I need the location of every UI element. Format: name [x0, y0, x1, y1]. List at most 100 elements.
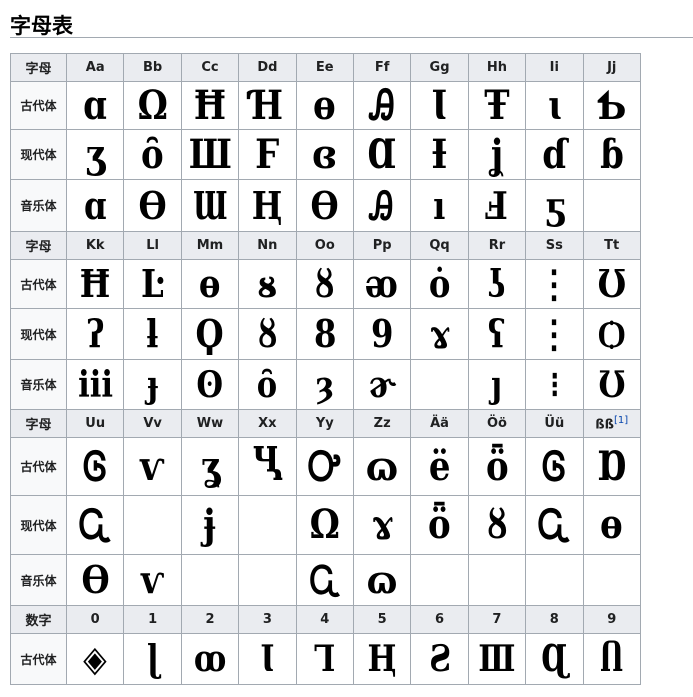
column-header-text: Jj: [607, 60, 617, 75]
row-label: 现代体: [10, 495, 67, 555]
glyph-cell: Ꭿ: [352, 179, 412, 232]
column-header: Ff: [352, 53, 412, 82]
glyph-row: 古代体 ◈ ɭ ꝏ Ɩ Ꞁ Ⱨ Ƨ Ⅲ Ɋ Ⴖ: [10, 633, 641, 685]
glyph-image: ȣ: [257, 311, 278, 356]
glyph-cell: ɤ: [352, 495, 412, 555]
glyph-row: 古代体 Ħ Ŀɵ ᴕ ȣ ᴔ ȯ ʖ ⋮ Ʊ: [10, 259, 641, 309]
column-header: Jj: [582, 53, 641, 82]
column-header-text: Ww: [196, 416, 224, 431]
row-label: 古代体: [10, 259, 67, 309]
glyph-cell: ᴕ: [238, 259, 297, 309]
glyph-image: Ѳ: [138, 182, 167, 228]
column-header: Rr: [467, 231, 527, 260]
glyph-image: ⁝: [549, 363, 560, 406]
column-header-text: Kk: [85, 238, 105, 253]
glyph-cell: ƽ: [525, 179, 584, 232]
column-header: 1: [123, 605, 182, 634]
column-header: Oo: [295, 231, 354, 260]
column-header-text: Ss: [545, 238, 563, 253]
glyph-image: ɵ: [199, 261, 221, 306]
glyph-cell: ɵ: [180, 259, 240, 309]
glyph-cell: Ⅲ: [467, 633, 527, 685]
glyph-cell: ɉ: [180, 495, 240, 555]
glyph-cell: ɟ: [123, 359, 182, 410]
glyph-image: Ω: [137, 81, 168, 129]
glyph-cell: Ŀ: [123, 259, 182, 309]
glyph-image: ʘ: [196, 363, 224, 406]
footnote-link[interactable]: [1]: [614, 415, 628, 426]
column-header: 5: [352, 605, 412, 634]
header-row: 数字 0 1 2 3 4 5 6 7 8 9: [10, 605, 641, 634]
glyph-cell: ʔ: [65, 308, 125, 360]
glyph-image: ◈: [83, 638, 107, 680]
glyph-cell: ɗ: [525, 129, 584, 180]
glyph-cell: Ɑ: [352, 129, 412, 180]
glyph-cell: ɑ: [65, 81, 125, 130]
column-header: Qq: [410, 231, 469, 260]
glyph-cell: ȯ: [410, 259, 469, 309]
glyph-image: Ƨ: [428, 638, 451, 680]
glyph-image: ȷ: [491, 363, 503, 406]
glyph-image: ı: [433, 182, 446, 228]
column-header-text: Gg: [429, 60, 450, 75]
column-header-text: Mm: [196, 238, 224, 253]
glyph-image: ƚ: [146, 311, 159, 356]
glyph-cell: Ω: [123, 81, 182, 130]
glyph-image: ɉ: [203, 501, 217, 548]
column-header-text: Öö: [486, 416, 507, 431]
row-label: 音乐体: [10, 179, 67, 232]
header-label: 字母: [10, 53, 67, 82]
glyph-image: ᴔ: [366, 261, 399, 306]
glyph-image: ȣ: [486, 501, 508, 548]
glyph-image: Ⅲ: [478, 638, 516, 680]
glyph-cell: ɞ: [295, 129, 354, 180]
glyph-cell: Ꮆ: [65, 437, 125, 496]
row-label: 音乐体: [10, 554, 67, 606]
column-header: 3: [238, 605, 297, 634]
glyph-image: ɑ: [83, 182, 107, 228]
column-header-text: Ää: [430, 416, 449, 431]
glyph-cell: Ꮹ: [295, 554, 354, 606]
glyph-cell: Ꮹ: [65, 495, 125, 555]
column-header: ßß[1]: [582, 409, 641, 438]
column-header: Gg: [410, 53, 469, 82]
column-header: Xx: [238, 409, 297, 438]
column-header: Ll: [123, 231, 182, 260]
glyph-cell: ɷ: [352, 554, 412, 606]
column-header-text: 9: [607, 612, 617, 627]
column-header-text: Dd: [257, 60, 278, 75]
glyph-cell: Ⴖ: [582, 633, 641, 685]
glyph-cell: ⋮: [525, 259, 584, 309]
glyph-image: ʝ: [490, 130, 504, 178]
glyph-image: ɩ: [547, 81, 561, 129]
glyph-row: 现代体 Ꮹɉ Ωɤ ȫ ȣ Ꮹɵ: [10, 495, 641, 555]
column-header: Yy: [295, 409, 354, 438]
row-label: 古代体: [10, 81, 67, 130]
glyph-image: Ⅎ: [485, 182, 509, 228]
column-header-text: 0: [90, 612, 100, 627]
column-header: Tt: [582, 231, 641, 260]
glyph-image: ɗ: [541, 130, 567, 178]
column-header: Hh: [467, 53, 527, 82]
row-label: 古代体: [10, 437, 67, 496]
column-header-text: Rr: [488, 238, 506, 253]
row-label: 现代体: [10, 129, 67, 180]
glyph-cell: Ŧ: [467, 81, 527, 130]
glyph-cell: ʝ: [467, 129, 527, 180]
column-header: Vv: [123, 409, 182, 438]
glyph-image: ɷ: [366, 557, 398, 602]
glyph-image: ɭ: [146, 638, 159, 680]
glyph-cell: Ɩ: [238, 633, 297, 685]
column-header-text: 1: [148, 612, 158, 627]
glyph-image: ⋮: [538, 311, 571, 356]
glyph-image: ɤ: [371, 501, 393, 548]
glyph-cell: Ѻ: [582, 308, 641, 360]
glyph-cell: ɵ: [295, 81, 354, 130]
glyph-cell: ɷ: [352, 437, 412, 496]
glyph-cell: ɓ: [582, 129, 641, 180]
glyph-cell: Ʊ: [582, 259, 641, 309]
glyph-cell: Ɋ: [525, 633, 584, 685]
column-header: 0: [65, 605, 125, 634]
glyph-image: ⱱ: [140, 442, 165, 490]
glyph-image: Ŧ: [484, 81, 510, 129]
